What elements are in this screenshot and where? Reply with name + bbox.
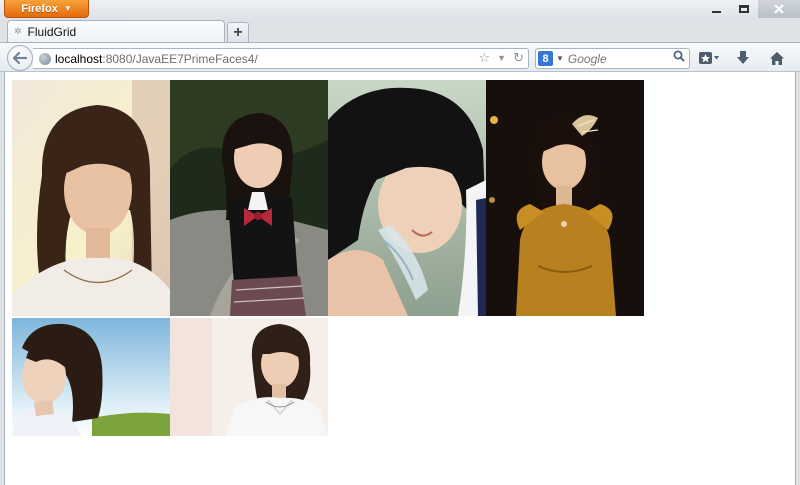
search-engine-icon[interactable]: 8	[538, 51, 553, 66]
chevron-down-icon[interactable]: ▼	[497, 53, 506, 63]
firefox-menu-label: Firefox	[21, 2, 58, 15]
reload-icon[interactable]: ↻	[513, 50, 524, 66]
close-window-button[interactable]	[758, 0, 800, 18]
maximize-button[interactable]	[730, 0, 758, 18]
gallery-image-2[interactable]	[170, 80, 328, 316]
gallery-image-5[interactable]	[12, 318, 170, 436]
window-controls	[702, 0, 800, 18]
back-button[interactable]	[7, 45, 33, 71]
minimize-icon	[711, 11, 721, 13]
tab-strip: ✲ FluidGrid +	[0, 20, 800, 42]
golden-dress-woman-image	[486, 80, 644, 316]
gallery-image-1[interactable]	[12, 80, 170, 316]
tab-favicon-icon: ✲	[14, 26, 22, 36]
school-uniform-girl-image	[170, 80, 328, 316]
toolbar-icons	[698, 49, 788, 67]
window-titlebar: Firefox ▼	[0, 0, 800, 20]
short-hair-woman-image	[170, 318, 328, 436]
home-icon[interactable]	[766, 49, 788, 67]
globe-icon	[39, 52, 51, 65]
address-bar[interactable]: localhost:8080/JavaEE7PrimeFaces4/ ☆ ▼ ↻	[33, 48, 529, 69]
search-bar[interactable]: 8 ▼	[535, 48, 690, 69]
minimize-button[interactable]	[702, 0, 730, 18]
gallery-image-6[interactable]	[170, 318, 328, 436]
download-arrow-icon[interactable]	[732, 49, 754, 67]
navigation-toolbar: localhost:8080/JavaEE7PrimeFaces4/ ☆ ▼ ↻…	[0, 42, 800, 72]
search-engine-dropdown-icon[interactable]: ▼	[556, 54, 564, 63]
url-path: :8080/JavaEE7PrimeFaces4/	[102, 51, 258, 66]
firefox-menu-caret-icon: ▼	[63, 4, 72, 13]
star-icon[interactable]: ☆	[479, 50, 491, 66]
woman-portrait-image	[12, 80, 170, 316]
profile-sky-field-image	[12, 318, 170, 436]
girl-drinking-water-image	[328, 80, 486, 316]
search-input[interactable]	[567, 51, 673, 66]
url-host: localhost	[55, 51, 103, 66]
maximize-icon	[739, 5, 749, 13]
gallery-image-3[interactable]	[328, 80, 486, 316]
bookmarks-icon[interactable]	[698, 49, 720, 67]
close-icon	[774, 4, 784, 14]
firefox-menu-button[interactable]: Firefox ▼	[4, 0, 89, 18]
address-bar-actions: ☆ ▼ ↻	[479, 50, 524, 66]
magnifier-icon[interactable]	[673, 50, 685, 65]
page-content	[4, 72, 796, 485]
gallery-image-4[interactable]	[486, 80, 644, 316]
tab-title: FluidGrid	[27, 24, 77, 39]
new-tab-button[interactable]: +	[227, 22, 249, 42]
back-arrow-icon	[13, 52, 27, 64]
tab-fluidgrid[interactable]: ✲ FluidGrid	[7, 20, 225, 42]
